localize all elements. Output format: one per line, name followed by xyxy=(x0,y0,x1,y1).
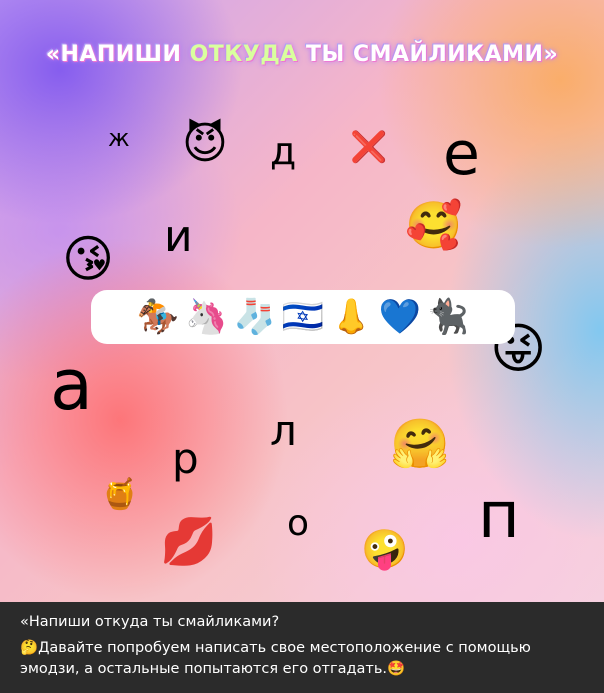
smiling-face-with-hearts-icon: 🥰 xyxy=(405,198,463,252)
letter-r: р xyxy=(172,434,199,483)
post: «НАПИШИ ОТКУДА ТЫ СМАЙЛИКАМИ» ж д е и а … xyxy=(0,0,604,693)
nose-icon: 👃 xyxy=(330,297,373,337)
letter-o: о xyxy=(287,503,310,544)
letter-p: п xyxy=(478,479,520,553)
title-part-1: «НАПИШИ xyxy=(45,42,190,67)
caption-title: «Напиши откуда ты смайликами? xyxy=(20,614,280,630)
post-image: «НАПИШИ ОТКУДА ТЫ СМАЙЛИКАМИ» ж д е и а … xyxy=(0,0,604,602)
post-caption: «Напиши откуда ты смайликами? 🤔Давайте п… xyxy=(0,602,604,693)
unicorn-icon: 🦄 xyxy=(185,297,228,337)
letter-i: и xyxy=(164,211,193,262)
hugging-face-icon: 🤗 xyxy=(390,416,450,472)
cross-mark-icon: ❌ xyxy=(350,130,388,165)
letter-a: а xyxy=(50,344,93,426)
black-cat-icon: 🐈‍⬛ xyxy=(426,297,470,337)
smiling-devil-icon: 😈 xyxy=(182,118,228,169)
honey-pot-icon: 🍯 xyxy=(101,477,139,512)
letter-l: л xyxy=(270,406,297,455)
blue-heart-icon: 💙 xyxy=(378,297,421,337)
socks-icon: 🧦 xyxy=(233,297,276,337)
image-title: «НАПИШИ ОТКУДА ТЫ СМАЙЛИКАМИ» xyxy=(0,42,604,67)
title-part-3: ТЫ СМАЙЛИКАМИ» xyxy=(297,42,559,67)
kiss-mark-icon: 💋 xyxy=(160,514,218,568)
letter-d: д xyxy=(270,129,297,173)
caption-body: 🤔Давайте попробуем написать свое местопо… xyxy=(20,638,586,680)
thinking-face-icon: 🤔 xyxy=(20,640,39,656)
letter-zh: ж xyxy=(108,124,130,152)
star-struck-icon: 🤩 xyxy=(387,661,406,677)
title-part-2: ОТКУДА xyxy=(189,42,298,67)
israel-flag-icon: 🇮🇱 xyxy=(281,297,325,337)
letter-e: е xyxy=(443,119,480,189)
zany-face-icon: 🤪 xyxy=(361,527,409,571)
horse-racing-icon: 🏇 xyxy=(136,297,180,337)
caption-body-text: Давайте попробуем написать свое местопол… xyxy=(20,640,531,677)
emoji-strip: 🏇 🦄 🧦 🇮🇱 👃 💙 🐈‍⬛ xyxy=(91,290,515,344)
face-blowing-kiss-icon: 😘 xyxy=(62,230,115,288)
